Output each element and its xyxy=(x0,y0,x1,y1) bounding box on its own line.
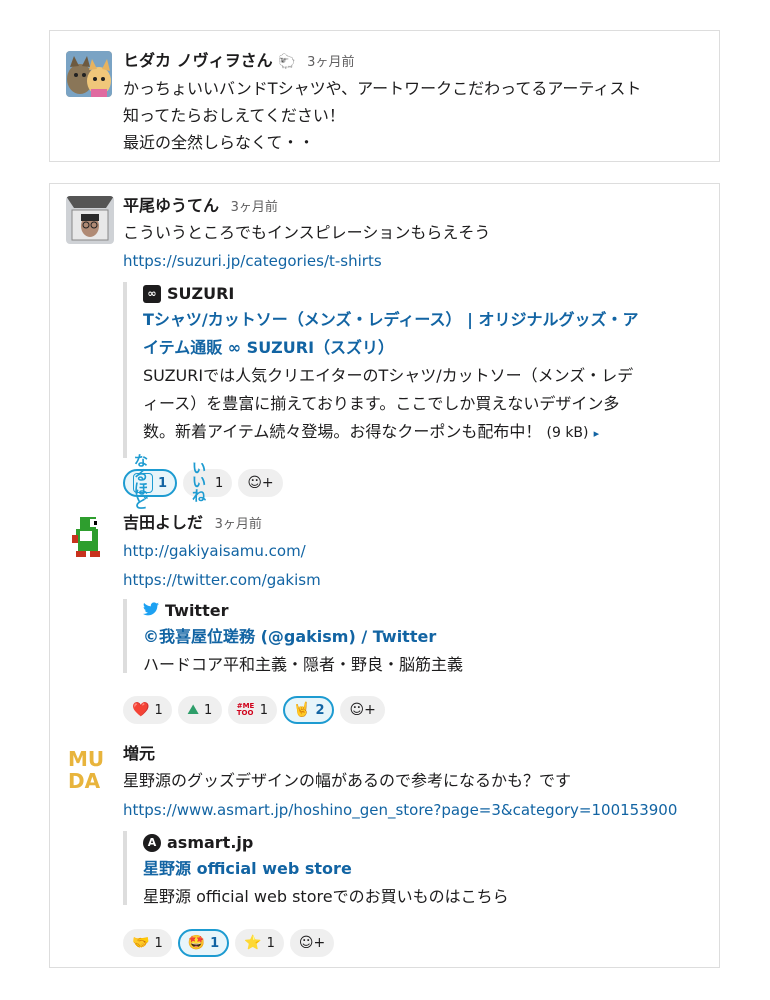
add-reaction-button[interactable]: ☺+ xyxy=(340,696,385,724)
timestamp[interactable]: 3ヶ月前 xyxy=(215,517,262,532)
unfurl-title-line[interactable]: イテム通販 ∞ SUZURI（スズリ） xyxy=(143,334,699,362)
iine-emoji-icon: いい ね xyxy=(192,461,207,505)
reaction-count: 1 xyxy=(210,935,220,951)
avatar[interactable]: MU DA xyxy=(66,744,114,792)
unfurl-description: 星野源 official web storeでのお買いものはこちら xyxy=(143,887,509,906)
message-card: ヒダカ ノヴィヲさん 🐑 3ヶ月前 かっちょいいバンドTシャツや、アートワークこ… xyxy=(49,30,720,162)
add-reaction-icon: ☺+ xyxy=(349,702,376,718)
add-reaction-icon: ☺+ xyxy=(298,935,326,951)
suzuri-icon: ∞ xyxy=(143,285,161,303)
unfurl-desc-line: 数。新着アイテム続々登場。お得なクーポンも配布中！ xyxy=(143,422,542,441)
mountain-emoji-icon: ⛰ xyxy=(187,702,199,718)
avatar-muda-logo-image: MU DA xyxy=(66,744,114,792)
author-line: 平尾ゆうてん 3ヶ月前 xyxy=(123,194,278,220)
reaction-count: 1 xyxy=(158,475,168,491)
author-line: 増元 xyxy=(123,742,155,766)
attachment-size: (9 kB) xyxy=(546,425,589,441)
unfurl-source-name: SUZURI xyxy=(167,284,235,303)
author-name[interactable]: 平尾ゆうてん xyxy=(123,196,219,215)
reaction-handshake[interactable]: 🤝 1 xyxy=(123,929,172,957)
rock-hand-emoji-icon: 🤘 xyxy=(293,702,311,718)
unfurl-title[interactable]: Tシャツ/カットソー（メンズ・レディース） | オリジナルグッズ・ア イテム通販… xyxy=(143,306,699,362)
reaction-rock-hand[interactable]: 🤘 2 xyxy=(283,696,335,724)
message-link[interactable]: http://gakiyaisamu.com/ xyxy=(123,538,306,565)
avatar[interactable] xyxy=(66,513,114,561)
star-emoji-icon: ⭐ xyxy=(244,935,262,951)
reaction-count: 1 xyxy=(203,702,213,718)
reaction-mountain[interactable]: ⛰ 1 xyxy=(177,696,222,724)
reactions-bar: 🤝 1 🤩 1 ⭐ 1 ☺+ xyxy=(123,929,335,957)
message-text-line: かっちょいいバンドTシャツや、アートワークこだわってるアーティスト xyxy=(123,79,642,98)
timestamp[interactable]: 3ヶ月前 xyxy=(231,200,278,215)
reaction-iine[interactable]: いい ね 1 xyxy=(183,461,233,505)
message-link[interactable]: https://suzuri.jp/categories/t-shirts xyxy=(123,248,382,275)
expand-caret-icon[interactable]: ▸ xyxy=(594,427,600,440)
reaction-count: 1 xyxy=(154,935,163,951)
message-text: こういうところでもインスピレーションもらえそう xyxy=(123,223,491,242)
handshake-emoji-icon: 🤝 xyxy=(132,935,150,951)
reaction-count: 1 xyxy=(215,475,224,491)
author-status-emoji: 🐑 xyxy=(278,54,296,70)
reaction-metoo[interactable]: #ME TOO 1 xyxy=(227,696,277,724)
avatar-cats-image xyxy=(66,51,112,97)
thread-card: 平尾ゆうてん 3ヶ月前 こういうところでもインスピレーションもらえそう http… xyxy=(49,183,720,968)
svg-text:MU: MU xyxy=(68,747,104,771)
avatar-photo-image xyxy=(66,196,114,244)
unfurl-source: A asmart.jp xyxy=(143,831,699,855)
reaction-count: 1 xyxy=(266,935,275,951)
unfurl-source: ∞ SUZURI xyxy=(143,282,699,306)
reaction-count: 1 xyxy=(259,702,268,718)
unfurl-desc-last-line: 数。新着アイテム続々登場。お得なクーポンも配布中！ (9 kB) ▸ xyxy=(143,418,699,448)
reaction-heart[interactable]: ❤️ 1 xyxy=(123,696,172,724)
unfurl-title-line[interactable]: Tシャツ/カットソー（メンズ・レディース） | オリジナルグッズ・ア xyxy=(143,306,699,334)
unfurl-description: ハードコア平和主義・隠者・野良・脳筋主義 xyxy=(143,655,464,674)
message-text-line: 知ってたらおしえてください！ xyxy=(123,106,345,125)
reactions-bar: なる ほど 1 いい ね 1 ☺+ xyxy=(123,455,283,511)
author-name[interactable]: ヒダカ ノヴィヲさん xyxy=(123,51,273,70)
unfurl-title[interactable]: 星野源 official web store xyxy=(143,855,699,883)
link-unfurl: ∞ SUZURI Tシャツ/カットソー（メンズ・レディース） | オリジナルグッ… xyxy=(123,282,699,458)
reactions-bar: ❤️ 1 ⛰ 1 #ME TOO 1 🤘 2 ☺+ xyxy=(123,696,385,724)
author-name[interactable]: 増元 xyxy=(123,744,155,763)
svg-text:DA: DA xyxy=(68,769,101,792)
message-text-line: 最近の全然しらなくて・・ xyxy=(123,133,315,152)
avatar-pixel-dino-image xyxy=(66,513,114,561)
author-line: 吉田よしだ 3ヶ月前 xyxy=(123,511,262,537)
metoo-emoji-icon: #ME TOO xyxy=(236,702,255,717)
add-reaction-button[interactable]: ☺+ xyxy=(238,469,283,497)
author-line: ヒダカ ノヴィヲさん 🐑 3ヶ月前 xyxy=(123,49,354,75)
message-link[interactable]: https://twitter.com/gakism xyxy=(123,567,321,594)
reaction-count: 2 xyxy=(315,702,325,718)
add-reaction-button[interactable]: ☺+ xyxy=(289,929,335,957)
asmart-icon: A xyxy=(143,834,161,852)
add-reaction-icon: ☺+ xyxy=(247,475,274,491)
unfurl-source: Twitter xyxy=(143,599,699,623)
unfurl-source-name: Twitter xyxy=(165,601,229,620)
reaction-count: 1 xyxy=(154,702,163,718)
unfurl-desc-line: SUZURIでは人気クリエイターのTシャツ/カットソー（メンズ・レデ xyxy=(143,366,634,385)
link-unfurl: Twitter ©我喜屋位瑳務 (@gakism) / Twitter ハードコ… xyxy=(123,599,699,674)
star-struck-emoji-icon: 🤩 xyxy=(187,935,206,951)
heart-emoji-icon: ❤️ xyxy=(132,702,150,718)
naruhodo-emoji-icon: なる ほど xyxy=(133,455,153,511)
reaction-star[interactable]: ⭐ 1 xyxy=(235,929,284,957)
unfurl-title[interactable]: ©我喜屋位瑳務 (@gakism) / Twitter xyxy=(143,623,699,651)
link-unfurl: A asmart.jp 星野源 official web store 星野源 o… xyxy=(123,831,699,906)
message-text: 星野源のグッズデザインの幅があるので参考になるかも？です xyxy=(123,771,572,790)
unfurl-source-name: asmart.jp xyxy=(167,833,254,852)
author-name[interactable]: 吉田よしだ xyxy=(123,513,203,532)
reaction-star-struck[interactable]: 🤩 1 xyxy=(177,929,230,957)
reaction-naruhodo[interactable]: なる ほど 1 xyxy=(123,455,178,511)
avatar[interactable] xyxy=(66,196,114,244)
message-link[interactable]: https://www.asmart.jp/hoshino_gen_store?… xyxy=(123,797,677,824)
timestamp[interactable]: 3ヶ月前 xyxy=(307,55,354,70)
unfurl-desc-line: ィース）を豊富に揃えております。ここでしか買えないデザイン多 xyxy=(143,394,620,413)
twitter-bird-icon xyxy=(143,599,159,623)
unfurl-description: SUZURIでは人気クリエイターのTシャツ/カットソー（メンズ・レデ ィース）を… xyxy=(143,362,699,448)
avatar[interactable] xyxy=(66,51,112,97)
